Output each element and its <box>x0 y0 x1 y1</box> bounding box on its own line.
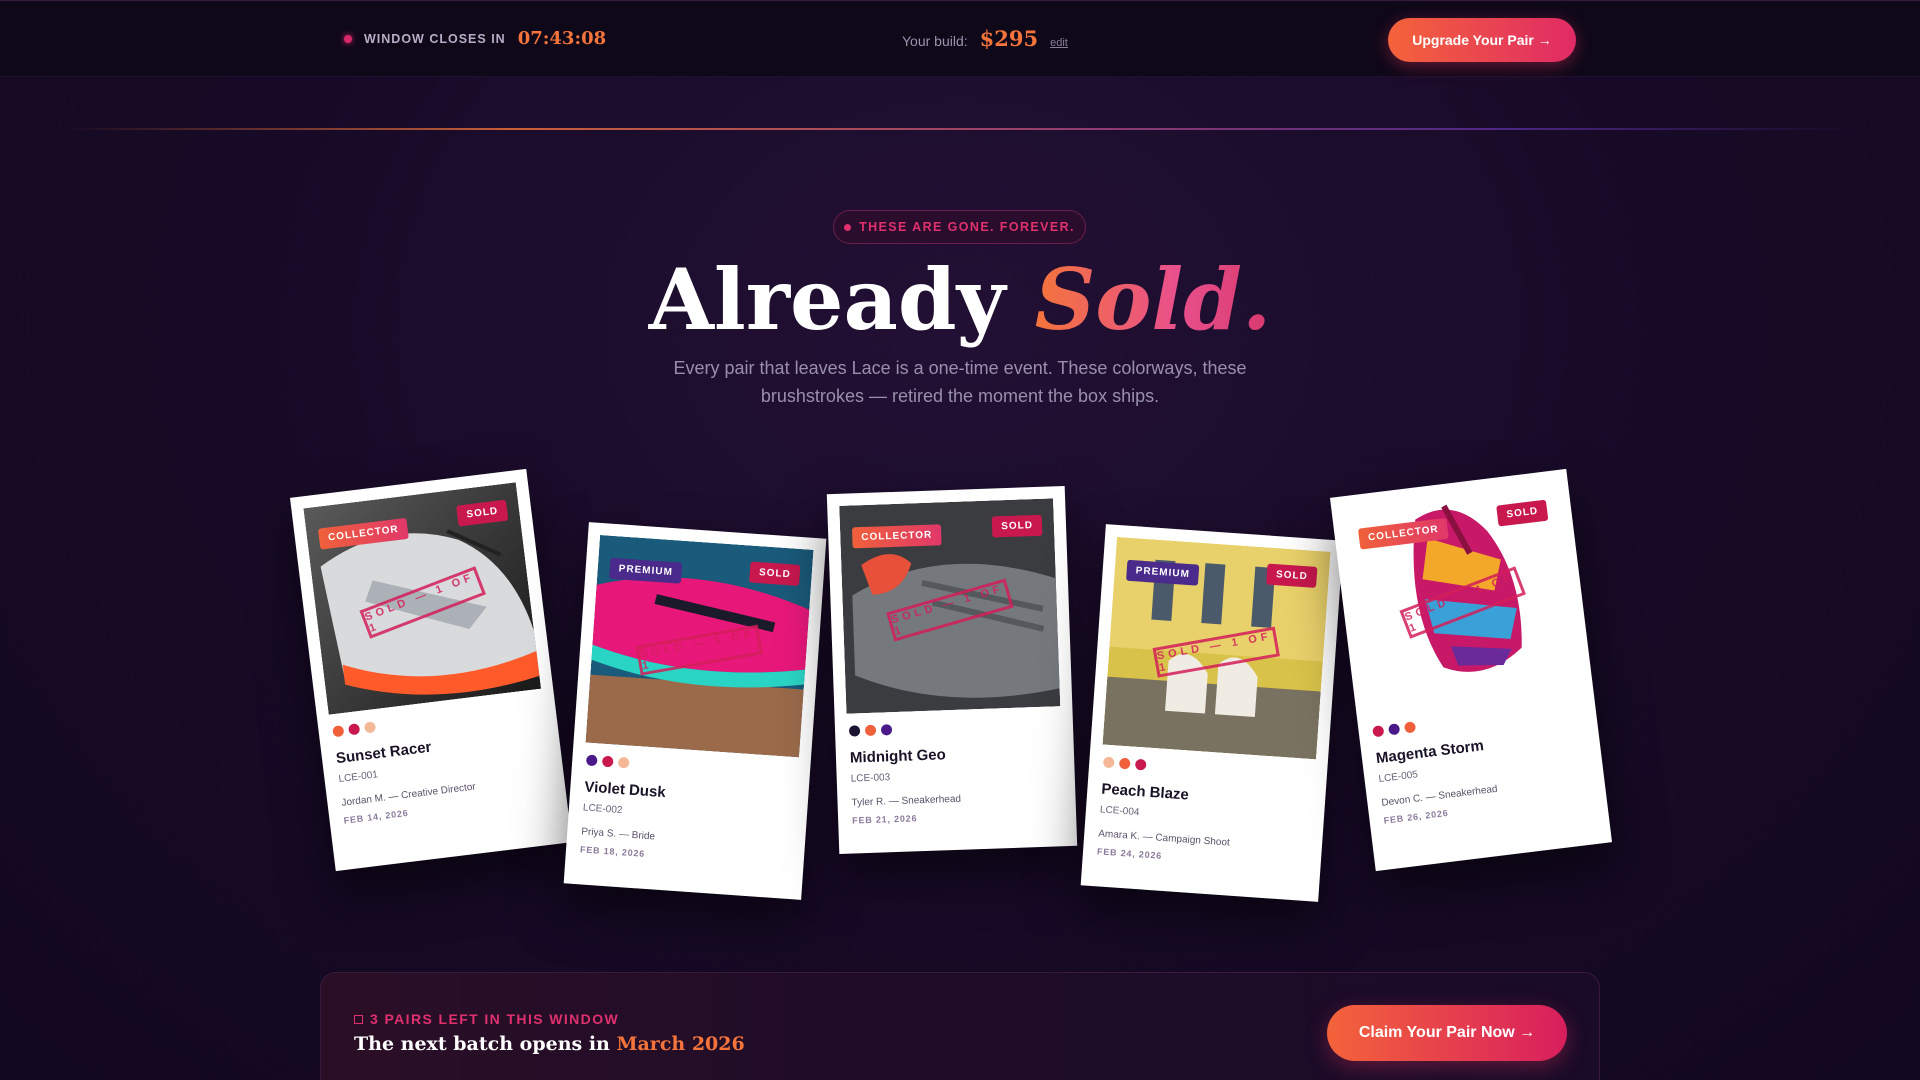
swatch <box>601 755 614 768</box>
upgrade-pair-button[interactable]: Upgrade Your Pair → <box>1388 18 1576 62</box>
shoe-photo: COLLECTOR SOLD SOLD — 1 OF 1 <box>839 498 1061 714</box>
sold-badge: SOLD <box>1266 563 1318 588</box>
square-icon <box>354 1014 363 1024</box>
sold-date: FEB 24, 2026 <box>1096 846 1163 861</box>
color-swatches <box>1102 756 1152 771</box>
swatch <box>617 756 630 769</box>
swatch <box>1403 721 1417 734</box>
sold-card-midnight-geo[interactable]: COLLECTOR SOLD SOLD — 1 OF 1 Midnight Ge… <box>826 485 1078 855</box>
swatch <box>332 725 345 738</box>
edit-build-link[interactable]: edit <box>1050 37 1068 49</box>
sold-card-sunset-racer[interactable]: COLLECTOR SOLD SOLD — 1 OF 1 Sunset Race… <box>289 468 573 872</box>
swatch <box>848 725 861 737</box>
swatch <box>1102 756 1115 769</box>
swatch <box>1134 758 1147 771</box>
title-plain: Already <box>648 250 1035 349</box>
shoe-photo: PREMIUM SOLD SOLD — 1 OF 1 <box>1102 536 1331 760</box>
gone-forever-pill: THESE ARE GONE. FOREVER. <box>833 210 1086 244</box>
sold-date: FEB 26, 2026 <box>1383 807 1449 826</box>
owner: Tyler R. — Sneakerhead <box>851 793 962 809</box>
pairs-left-text: 3 PAIRS LEFT IN THIS WINDOW <box>370 1011 620 1027</box>
live-dot-icon <box>344 34 352 43</box>
divider-line <box>60 128 1860 130</box>
color-swatches <box>1372 721 1421 738</box>
sold-badge: SOLD <box>991 514 1043 538</box>
sold-card-peach-blaze[interactable]: PREMIUM SOLD SOLD — 1 OF 1 Peach Blaze L… <box>1080 524 1344 902</box>
pill-dot-icon <box>844 223 852 231</box>
shoe-photo: COLLECTOR SOLD SOLD — 1 OF 1 <box>1343 482 1582 715</box>
sold-card-magenta-storm[interactable]: COLLECTOR SOLD SOLD — 1 OF 1 Magenta Sto… <box>1329 468 1613 872</box>
sold-date: FEB 18, 2026 <box>579 844 646 859</box>
sold-badge: SOLD <box>749 561 801 586</box>
shoe-code: LCE-003 <box>850 772 891 785</box>
next-batch-date: March 2026 <box>616 1033 745 1055</box>
shoe-name: Peach Blaze <box>1100 780 1190 804</box>
pill-text: THESE ARE GONE. FOREVER. <box>859 220 1075 234</box>
tier-badge: COLLECTOR <box>851 524 942 549</box>
pairs-left-label: 3 PAIRS LEFT IN THIS WINDOW <box>354 1011 619 1027</box>
claim-pair-button[interactable]: Claim Your Pair Now → <box>1327 1005 1567 1061</box>
build-summary: Your build: $295 edit <box>902 26 1068 51</box>
swatch <box>1372 725 1385 738</box>
shoe-code: LCE-005 <box>1377 769 1419 786</box>
shoe-code: LCE-001 <box>337 769 379 786</box>
swatch <box>1388 723 1401 736</box>
build-price: $295 <box>979 26 1039 51</box>
next-batch-title: The next batch opens in March 2026 <box>354 1033 745 1055</box>
swatch <box>348 723 361 736</box>
next-batch-plain: The next batch opens in <box>354 1033 617 1055</box>
page-title: Already Sold. <box>0 250 1920 350</box>
sold-date: FEB 21, 2026 <box>852 813 918 826</box>
shoe-photo: PREMIUM SOLD SOLD — 1 OF 1 <box>585 534 814 758</box>
owner: Devon C. — Sneakerhead <box>1380 783 1499 809</box>
owner: Amara K. — Campaign Shoot <box>1097 828 1231 849</box>
shoe-code: LCE-002 <box>582 802 623 817</box>
swatch <box>880 724 893 736</box>
swatch <box>363 721 377 734</box>
sold-date: FEB 14, 2026 <box>343 807 409 826</box>
swatch <box>1118 757 1131 770</box>
shoe-photo: COLLECTOR SOLD SOLD — 1 OF 1 <box>303 482 542 715</box>
color-swatches <box>848 724 897 737</box>
swatch <box>585 754 598 767</box>
hero-subtitle: Every pair that leaves Lace is a one-tim… <box>673 358 1247 406</box>
owner: Priya S. — Bride <box>580 826 656 843</box>
countdown-label: WINDOW CLOSES IN <box>364 31 506 46</box>
owner: Jordan M. — Creative Director <box>340 781 477 809</box>
build-label: Your build: <box>902 33 968 49</box>
shoe-name: Violet Dusk <box>583 778 667 802</box>
countdown-timer: 07:43:08 <box>517 28 607 49</box>
shoe-code: LCE-004 <box>1099 804 1140 819</box>
title-accent: Sold. <box>1034 250 1272 349</box>
color-swatches <box>585 754 635 769</box>
shoe-name: Midnight Geo <box>849 746 947 767</box>
shoe-name: Magenta Storm <box>1375 737 1485 768</box>
swatch <box>864 724 877 737</box>
sold-card-violet-dusk[interactable]: PREMIUM SOLD SOLD — 1 OF 1 Violet Dusk L… <box>563 522 827 900</box>
countdown: WINDOW CLOSES IN 07:43:08 <box>344 28 606 49</box>
shoe-name: Sunset Racer <box>335 738 433 768</box>
top-bar: WINDOW CLOSES IN 07:43:08 Your build: $2… <box>0 0 1920 77</box>
scarcity-banner: 3 PAIRS LEFT IN THIS WINDOW The next bat… <box>320 972 1600 1080</box>
color-swatches <box>332 721 381 738</box>
